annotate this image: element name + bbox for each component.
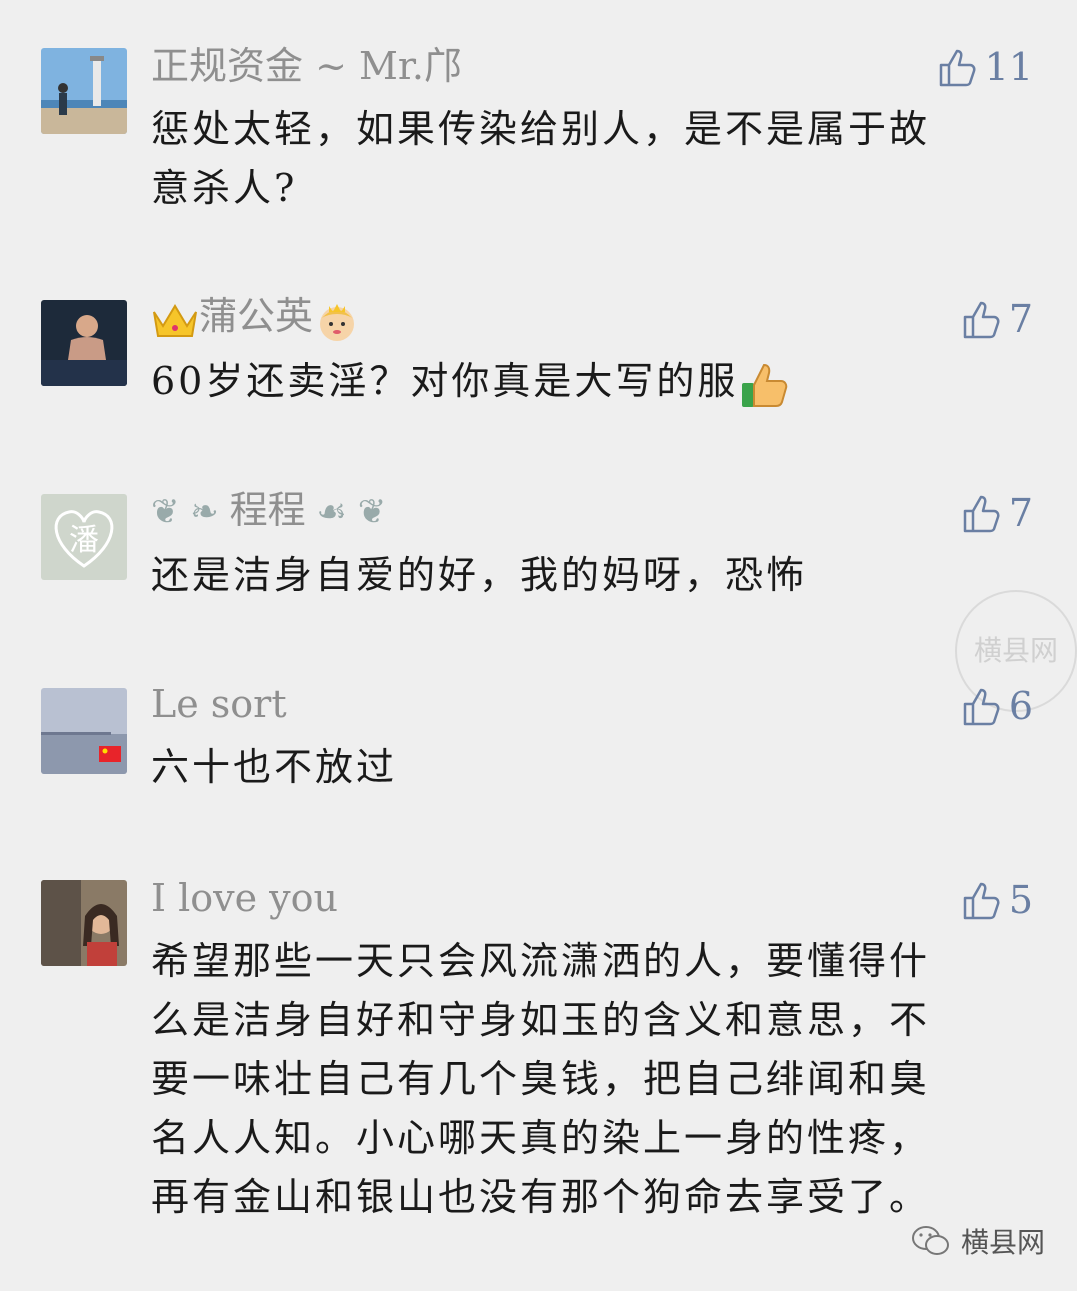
thumbs-up-icon: [963, 882, 1000, 920]
wechat-icon: [911, 1226, 949, 1255]
like-count: 11: [984, 45, 1033, 89]
comment-author-label: 程程: [229, 488, 306, 532]
like-count: 7: [1008, 297, 1033, 341]
thumbs-up-emoji-icon: [742, 363, 788, 407]
comment-text: 惩处太轻，如果传染给别人，是不是属于故 意杀人?: [151, 100, 1011, 218]
comment-line: 要一味壮自己有几个臭钱，把自己绯闻和臭: [151, 1057, 931, 1101]
comment-text: 还是洁身自爱的好，我的妈呀，恐怖: [151, 546, 1011, 605]
comment-text: 希望那些一天只会风流潇洒的人，要懂得什 么是洁身自好和守身如玉的含义和意思，不 …: [151, 932, 1011, 1227]
comment-line: 意杀人?: [151, 166, 298, 210]
like-count: 5: [1008, 878, 1033, 922]
princess-icon: [320, 303, 355, 341]
like-button[interactable]: 6: [961, 684, 1033, 728]
like-button[interactable]: 7: [961, 297, 1033, 341]
comment-text: 六十也不放过: [151, 738, 1011, 797]
comment-line: 再有金山和银山也没有那个狗命去享受了。: [151, 1175, 931, 1219]
comment-text: 60岁还卖淫？对你真是大写的服: [151, 352, 1011, 411]
crown-icon: [153, 303, 197, 337]
avatar[interactable]: 潘: [41, 494, 127, 580]
decoration-icon: ❦ ❧: [151, 492, 230, 532]
comment-author[interactable]: Le sort: [151, 682, 287, 726]
like-button[interactable]: 11: [937, 45, 1033, 89]
like-button[interactable]: 7: [961, 491, 1033, 535]
thumbs-up-icon: [963, 301, 1000, 339]
comment-author[interactable]: 正规资金 ~ Mr.邝: [151, 44, 462, 88]
comment-line: 希望那些一天只会风流潇洒的人，要懂得什: [151, 939, 931, 983]
comment-line: 惩处太轻，如果传染给别人，是不是属于故: [151, 107, 931, 151]
like-count: 6: [1008, 684, 1033, 728]
thumbs-up-icon: [963, 495, 1000, 533]
decoration-icon: ☙ ❦: [305, 492, 387, 532]
watermark-label: 横县网: [960, 1226, 1045, 1259]
comment-line: 60岁还卖淫？对你真是大写的服: [151, 352, 1011, 411]
avatar[interactable]: [41, 48, 127, 134]
like-count: 7: [1008, 491, 1033, 535]
comment-line: 还是洁身自爱的好，我的妈呀，恐怖: [151, 553, 808, 597]
thumbs-up-icon: [939, 49, 976, 87]
comment-author[interactable]: I love you: [151, 876, 338, 920]
comment-line: 名人人知。小心哪天真的染上一身的性疼，: [151, 1116, 931, 1160]
avatar[interactable]: [41, 688, 127, 774]
avatar[interactable]: [41, 880, 127, 966]
comment-author-label: 蒲公英: [199, 294, 314, 338]
avatar[interactable]: [41, 300, 127, 386]
comment-author[interactable]: 蒲公英: [151, 294, 361, 344]
comment-author[interactable]: ❦ ❧ 程程 ☙ ❦: [151, 488, 386, 534]
svg-text:潘: 潘: [69, 523, 99, 558]
like-button[interactable]: 5: [961, 878, 1033, 922]
comment-line: 六十也不放过: [151, 745, 398, 789]
thumbs-up-icon: [963, 688, 1000, 726]
watermark: 横县网: [911, 1221, 1045, 1261]
comment-line: 么是洁身自好和守身如玉的含义和意思，不: [151, 998, 931, 1042]
comment-line-text: 60岁还卖淫？对你真是大写的服: [151, 359, 739, 403]
